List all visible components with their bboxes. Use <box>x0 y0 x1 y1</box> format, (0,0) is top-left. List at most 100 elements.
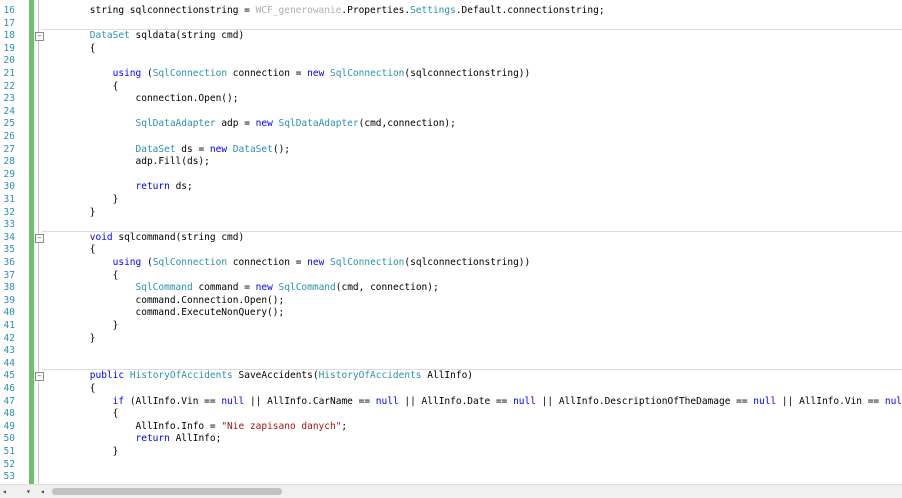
code-line[interactable]: 19 { <box>0 43 902 56</box>
code-text[interactable]: } <box>44 207 96 220</box>
code-text[interactable]: { <box>44 81 119 94</box>
code-text[interactable]: using (SqlConnection connection = new Sq… <box>44 68 531 81</box>
code-line[interactable]: 22 { <box>0 81 902 94</box>
code-line[interactable]: 30 return ds; <box>0 181 902 194</box>
line-number: 40 <box>3 307 15 319</box>
line-number: 48 <box>3 408 15 420</box>
code-line[interactable]: 16 string sqlconnectionstring = WCF_gene… <box>0 5 902 18</box>
code-line[interactable]: 41 } <box>0 320 902 333</box>
code-token: string sqlconnectionstring = <box>44 5 256 16</box>
code-line[interactable]: 35 { <box>0 244 902 257</box>
code-text[interactable]: return AllInfo; <box>44 433 222 446</box>
code-text[interactable]: adp.Fill(ds); <box>44 156 210 169</box>
collapse-icon[interactable]: − <box>35 32 44 42</box>
code-token: new <box>255 118 273 130</box>
code-token: using <box>112 257 142 268</box>
code-line[interactable]: 53 <box>0 471 902 484</box>
scroll-left-icon[interactable]: ◂ <box>2 487 7 496</box>
code-token: ds; <box>169 181 193 193</box>
code-line[interactable]: 23 connection.Open(); <box>0 93 902 106</box>
code-text[interactable]: command.Connection.Open(); <box>44 294 285 308</box>
scroll-left-arrow-icon[interactable]: ◂ <box>40 487 45 496</box>
code-editor[interactable]: 16 string sqlconnectionstring = WCF_gene… <box>0 0 902 484</box>
collapse-icon[interactable]: − <box>35 372 44 382</box>
code-text[interactable]: string sqlconnectionstring = WCF_generow… <box>44 5 605 18</box>
line-number: 53 <box>3 471 15 483</box>
code-text[interactable]: DataSet sqldata(string cmd) <box>44 30 244 43</box>
code-token: SaveAccidents( <box>232 370 319 382</box>
code-token: (AllInfo.Vin == <box>124 395 222 407</box>
code-text[interactable]: } <box>44 332 96 346</box>
code-text[interactable]: AllInfo.Info = "Nie zapisano danych"; <box>44 421 348 434</box>
line-number: 52 <box>3 458 15 470</box>
line-number: 32 <box>3 206 15 218</box>
code-line[interactable]: 20 <box>0 55 902 68</box>
code-text[interactable]: void sqlcommand(string cmd) <box>44 232 244 245</box>
code-text[interactable]: command.ExecuteNonQuery(); <box>44 307 285 320</box>
code-line[interactable]: 47 if (AllInfo.Vin == null || AllInfo.Ca… <box>0 396 902 409</box>
code-line[interactable]: 42 } <box>0 333 902 346</box>
code-text[interactable]: DataSet ds = new DataSet(); <box>44 143 291 157</box>
code-line[interactable]: 32 } <box>0 207 902 220</box>
code-text[interactable]: connection.Open(); <box>44 93 239 106</box>
code-line[interactable]: 28 adp.Fill(ds); <box>0 156 902 169</box>
code-token: } <box>44 332 96 344</box>
code-line[interactable]: 46 { <box>0 383 902 396</box>
code-text[interactable]: { <box>44 408 119 421</box>
code-line[interactable]: 49 AllInfo.Info = "Nie zapisano danych"; <box>0 421 902 434</box>
code-text[interactable]: if (AllInfo.Vin == null || AllInfo.CarNa… <box>44 396 902 409</box>
line-number: 17 <box>3 17 15 29</box>
code-line[interactable]: 48 { <box>0 408 902 421</box>
code-line[interactable]: 50 return AllInfo; <box>0 433 902 446</box>
code-text[interactable]: SqlCommand command = new SqlCommand(cmd,… <box>44 282 439 295</box>
code-line[interactable]: 24 <box>0 106 902 119</box>
code-line[interactable]: 29 <box>0 169 902 182</box>
code-token: command.Connection.Open(); <box>44 294 285 306</box>
code-line[interactable]: 21 using (SqlConnection connection = new… <box>0 68 902 81</box>
code-line[interactable]: 34 void sqlcommand(string cmd) <box>0 232 902 245</box>
code-token: DataSet <box>135 143 176 155</box>
code-token: sqldata(string cmd) <box>129 30 245 42</box>
code-line[interactable]: 43 <box>0 345 902 358</box>
code-text[interactable]: SqlDataAdapter adp = new SqlDataAdapter(… <box>44 118 456 131</box>
line-number: 19 <box>3 42 15 54</box>
code-text[interactable]: using (SqlConnection connection = new Sq… <box>44 257 531 270</box>
zoom-dropdown-icon[interactable]: ▾ <box>26 487 31 496</box>
code-line[interactable]: 52 <box>0 459 902 472</box>
collapse-icon[interactable]: − <box>35 233 44 243</box>
code-line[interactable]: 38 SqlCommand command = new SqlCommand(c… <box>0 282 902 295</box>
code-token: { <box>44 269 119 281</box>
code-token: WCF_generowanie <box>255 5 342 16</box>
code-line[interactable]: 27 DataSet ds = new DataSet(); <box>0 144 902 157</box>
code-text[interactable]: } <box>44 194 119 207</box>
line-number: 22 <box>3 80 15 92</box>
horizontal-scrollbar[interactable]: ◂ ▾ ◂ <box>0 484 902 498</box>
code-token: SqlCommand <box>278 282 336 294</box>
code-line[interactable]: 37 { <box>0 270 902 283</box>
code-line[interactable]: 25 SqlDataAdapter adp = new SqlDataAdapt… <box>0 118 902 131</box>
code-text[interactable]: return ds; <box>44 181 193 194</box>
line-number: 31 <box>3 194 15 205</box>
scroll-thumb[interactable] <box>52 488 282 495</box>
code-line[interactable]: 26 <box>0 131 902 144</box>
code-token: SqlConnection <box>152 68 228 79</box>
code-text[interactable]: public HistoryOfAccidents SaveAccidents(… <box>44 370 473 383</box>
code-line[interactable]: 51 } <box>0 446 902 459</box>
code-line[interactable]: 40 command.ExecuteNonQuery(); <box>0 307 902 320</box>
code-text[interactable]: { <box>44 269 119 283</box>
code-text[interactable]: } <box>44 320 119 333</box>
code-text[interactable]: { <box>44 43 96 56</box>
line-number: 46 <box>3 383 15 394</box>
code-line[interactable]: 18 DataSet sqldata(string cmd) <box>0 30 902 43</box>
code-text[interactable]: } <box>44 446 119 459</box>
code-line[interactable]: 31 } <box>0 194 902 207</box>
line-number: 23 <box>3 93 15 105</box>
code-line[interactable]: 45 public HistoryOfAccidents SaveAcciden… <box>0 370 902 383</box>
line-number: 29 <box>3 168 15 180</box>
code-text[interactable]: { <box>44 244 96 257</box>
code-line[interactable]: 36 using (SqlConnection connection = new… <box>0 257 902 270</box>
code-line[interactable]: 39 command.Connection.Open(); <box>0 295 902 308</box>
code-text[interactable]: { <box>44 383 96 396</box>
